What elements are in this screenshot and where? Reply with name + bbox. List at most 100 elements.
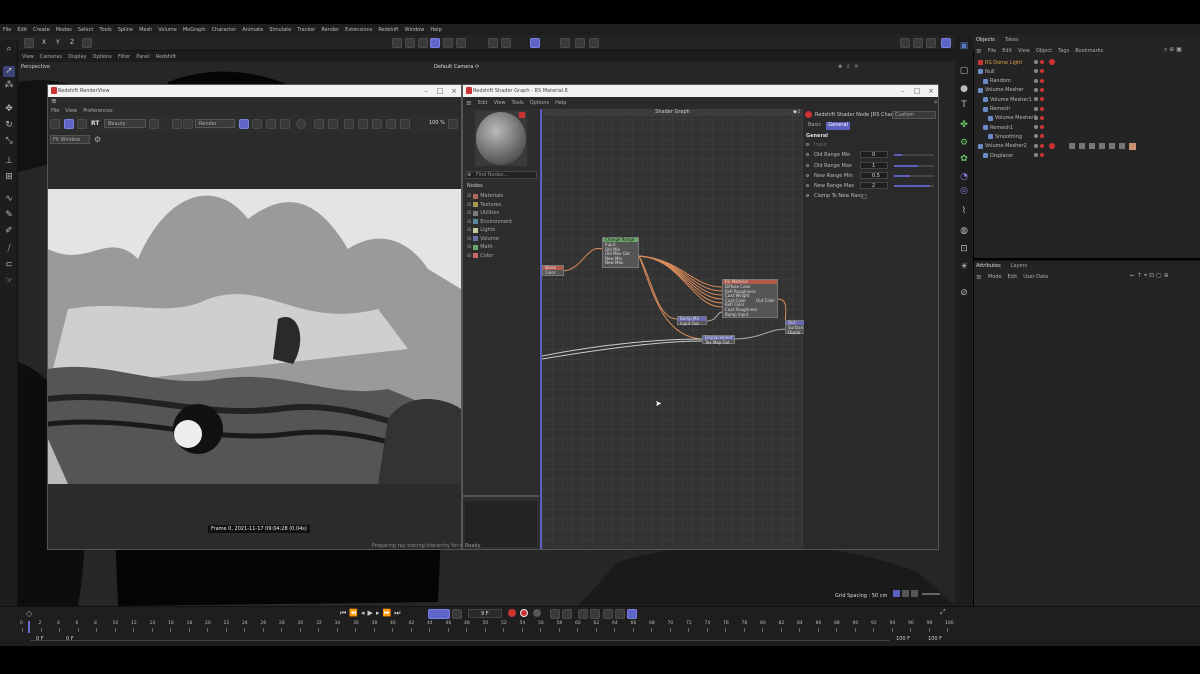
render-dot-icon[interactable]	[1040, 106, 1044, 111]
object-row[interactable]: Volume Mesher	[976, 86, 1200, 95]
knife-icon[interactable]: ⧸	[3, 244, 15, 255]
render-view-icon[interactable]	[392, 38, 402, 48]
shader-graph-menu-help[interactable]: Help	[555, 100, 566, 106]
search-icon[interactable]: ⌕	[3, 44, 15, 55]
grid-slider[interactable]	[922, 593, 940, 595]
render-dot-icon[interactable]	[1040, 134, 1044, 139]
hamburger-icon[interactable]: ≡	[976, 273, 982, 281]
menu-tracker[interactable]: Tracker	[297, 27, 315, 33]
attr-menu-user-data[interactable]: User Data	[1023, 274, 1048, 280]
menu-file[interactable]: File	[3, 27, 11, 33]
keyframe-icon[interactable]: ◇	[26, 609, 32, 618]
shader-graph-menu-view[interactable]: View	[494, 100, 506, 106]
menu-tools[interactable]: Tools	[99, 27, 111, 33]
param-value-field[interactable]: 0	[860, 151, 888, 159]
object-row[interactable]: Volume Mesher2	[976, 114, 1200, 123]
preview-range-bar[interactable]	[30, 640, 890, 641]
fit-window-dropdown[interactable]: Fit Window	[50, 135, 90, 144]
maximize-icon[interactable]: □	[433, 85, 447, 97]
displacement-node[interactable]: Displacement Tex Map Out	[702, 335, 735, 345]
circle-icon[interactable]	[296, 119, 306, 129]
object-menu-edit[interactable]: Edit	[1002, 48, 1012, 54]
rs-material-node[interactable]: RS Material Diffuse Color Refl Roughness…	[722, 279, 778, 318]
param-value-field[interactable]: 1	[860, 161, 888, 169]
minimize-icon[interactable]: –	[896, 85, 910, 97]
undo-icon[interactable]	[24, 38, 34, 48]
spline-icon[interactable]: ⌇	[958, 206, 970, 217]
timeline-ruler[interactable]: 0 2 4 6 8 10 12 14 16 18 20 22 24 26 28 30 32 34 36 38 40 42 4…	[20, 621, 954, 633]
object-row[interactable]: Remesh1	[976, 123, 1200, 132]
scene-icon[interactable]: ⊡	[958, 244, 970, 255]
object-row[interactable]: Random	[976, 77, 1200, 86]
grid-snap-icon[interactable]	[530, 38, 540, 48]
viewport-menu-view[interactable]: View	[22, 54, 34, 60]
renderview-menu-preferences[interactable]: Preferences	[83, 108, 112, 114]
navigation-rotate-icon[interactable]: ⟳	[854, 64, 858, 75]
viewport-menu-filter[interactable]: Filter	[118, 54, 130, 60]
shader-graph-canvas[interactable]: Shader Graph ◆⇩ Noise Color Change Range…	[540, 109, 805, 549]
expand-icon[interactable]: ⊞	[467, 253, 471, 259]
tag-icon[interactable]: ⊘	[958, 288, 970, 299]
menu-spline[interactable]: Spline	[118, 27, 133, 33]
material-tag-icon[interactable]	[1129, 143, 1136, 150]
color-node-port[interactable]: Color	[545, 270, 561, 276]
preview-end-frame[interactable]: 100 F	[896, 636, 910, 642]
expand-icon[interactable]: ⊞	[467, 219, 471, 225]
viewport-menu-display[interactable]: Display	[68, 54, 86, 60]
layout-active-icon[interactable]	[941, 38, 951, 48]
expand-icon[interactable]: ⊞	[467, 244, 471, 250]
light-icon[interactable]	[575, 38, 585, 48]
layout-single-icon[interactable]	[893, 590, 900, 597]
param-key-icon[interactable]	[615, 609, 625, 619]
tab-layers[interactable]: Layers	[1011, 263, 1028, 269]
zoom-level[interactable]: 100 %	[429, 120, 445, 126]
aov-dropdown[interactable]: Beauty	[104, 119, 146, 128]
menu-modes[interactable]: Modes	[56, 27, 72, 33]
brush-icon[interactable]: ✐	[3, 226, 15, 237]
param-slider[interactable]	[894, 174, 934, 177]
material-tag-icon[interactable]	[1109, 143, 1115, 149]
node-category-item[interactable]: ⊞ Materials	[467, 192, 537, 201]
keyframe-dot-icon[interactable]	[806, 163, 809, 167]
start-frame[interactable]: 0 F	[36, 636, 44, 642]
rs-material-out-port[interactable]: Out Color	[756, 298, 775, 304]
menu-render[interactable]: Render	[321, 27, 339, 33]
bokeh-icon[interactable]	[266, 119, 276, 129]
rs-material-port[interactable]: Bump Input	[725, 312, 775, 318]
render-dot-icon[interactable]	[1040, 143, 1044, 148]
renderview-menu-file[interactable]: File	[51, 108, 59, 114]
menu-help[interactable]: Help	[430, 27, 441, 33]
render-dot-icon[interactable]	[1040, 87, 1044, 92]
end-frame[interactable]: 100 F	[928, 636, 942, 642]
keyframe-dot-icon[interactable]	[806, 184, 809, 188]
motion-icon[interactable]	[550, 609, 560, 619]
hamburger-icon[interactable]: ≡	[51, 97, 57, 105]
render-dot-icon[interactable]	[1040, 78, 1044, 83]
menu-animate[interactable]: Animate	[242, 27, 263, 33]
bump-port[interactable]: Input Out	[680, 321, 704, 327]
object-menu-object[interactable]: Object	[1036, 48, 1052, 54]
param-value-field[interactable]: 2	[860, 182, 888, 190]
visibility-dot-icon[interactable]	[1034, 115, 1038, 120]
visibility-dot-icon[interactable]	[1034, 106, 1038, 111]
navigation-move-icon[interactable]: ✥	[838, 64, 842, 75]
change-range-port[interactable]: New Max	[605, 261, 636, 266]
material-tag-icon[interactable]	[1069, 143, 1075, 149]
attr-menu-mode[interactable]: Mode	[988, 274, 1002, 280]
live-select-icon[interactable]: ⁂	[3, 80, 15, 91]
viewport-menu-cameras[interactable]: Cameras	[40, 54, 62, 60]
renderview-menu-view[interactable]: View	[65, 108, 77, 114]
viewport-menu-options[interactable]: Options	[93, 54, 112, 60]
layout-icon[interactable]	[900, 38, 910, 48]
sphere-icon[interactable]: ●	[958, 84, 970, 95]
prev-key-icon[interactable]: ⏪	[349, 609, 358, 619]
expand-icon[interactable]: ⊞	[467, 210, 471, 216]
preset-dropdown[interactable]: Custom	[892, 111, 936, 119]
close-icon[interactable]: ×	[447, 85, 461, 97]
change-range-node[interactable]: Change Range Input Old Min Old Max Out N…	[602, 237, 639, 268]
history-icon[interactable]	[386, 119, 396, 129]
maximize-icon[interactable]: □	[910, 85, 924, 97]
attribute-nav-icons[interactable]: ← ↑ ⌖ ⊡ ▢ ⊕	[1130, 272, 1169, 280]
menu-redshift[interactable]: Redshift	[378, 27, 398, 33]
layout2-icon[interactable]	[913, 38, 923, 48]
